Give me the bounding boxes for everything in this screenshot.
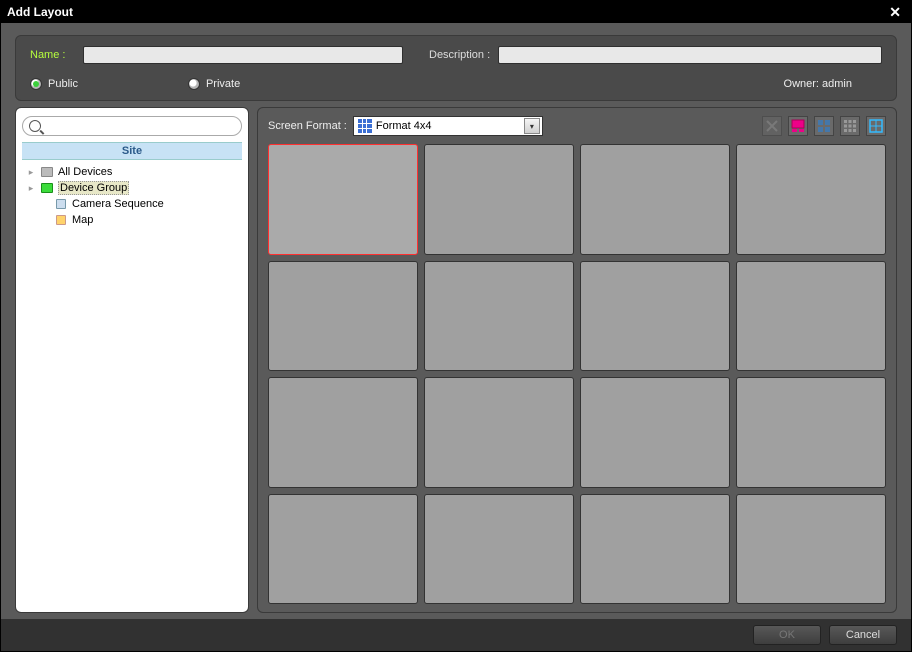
search-wrap [22,116,242,136]
devices-icon [40,165,54,179]
layout-cell[interactable] [736,494,886,605]
search-input[interactable] [45,119,235,133]
layout-cell[interactable] [580,494,730,605]
layout-preset-1-button[interactable] [788,116,808,136]
titlebar: Add Layout ✕ [1,1,911,23]
header-panel: Name : Description : Public Private Owne… [15,35,897,101]
layout-cell[interactable] [736,144,886,255]
layout-cell[interactable] [424,377,574,488]
ok-button[interactable]: OK [753,625,821,645]
screen-format-select[interactable]: Format 4x4 ▾ [353,116,543,136]
sidebar-item-camera-sequence[interactable]: Camera Sequence [24,196,240,212]
map-icon [54,213,68,227]
layout-cell[interactable] [736,377,886,488]
device-group-icon [40,181,54,195]
layout-cell[interactable] [736,261,886,372]
layout-cell[interactable] [424,144,574,255]
layout-preset-3-button[interactable] [840,116,860,136]
layout4-icon [869,119,883,133]
cancel-button-label: Cancel [846,629,880,641]
sidebar-item-label: Camera Sequence [72,198,164,210]
site-sidebar: Site ▸ All Devices ▸ Device Group Camera… [15,107,249,613]
main-toolbar: Screen Format : Format 4x4 ▾ [268,116,886,136]
description-input[interactable] [498,46,882,64]
ok-button-label: OK [779,629,795,641]
public-radio-label: Public [48,78,78,90]
dialog-body: Site ▸ All Devices ▸ Device Group Camera… [1,107,911,619]
sidebar-item-map[interactable]: Map [24,212,240,228]
description-label: Description : [429,49,490,61]
layout-cell[interactable] [268,377,418,488]
public-radio[interactable]: Public [30,78,78,90]
layout-cell[interactable] [580,377,730,488]
layout-cell[interactable] [424,494,574,605]
expand-arrow-icon[interactable]: ▸ [26,167,36,178]
sidebar-item-all-devices[interactable]: ▸ All Devices [24,164,240,180]
add-layout-dialog: Add Layout ✕ Name : Description : Public… [0,0,912,652]
layout1-icon [791,119,805,133]
layout-cell[interactable] [268,261,418,372]
sidebar-item-label: All Devices [58,166,112,178]
sidebar-item-label: Device Group [58,181,129,195]
layout-cell[interactable] [580,144,730,255]
screen-format-value: Format 4x4 [376,120,524,132]
layout-grid [268,144,886,604]
layout-preset-4-button[interactable] [866,116,886,136]
sidebar-item-device-group[interactable]: ▸ Device Group [24,180,240,196]
layout-preset-2-button[interactable] [814,116,834,136]
main-panel: Screen Format : Format 4x4 ▾ [257,107,897,613]
visibility-row: Public Private Owner: admin [30,78,882,90]
grid-icon [358,119,372,133]
camera-sequence-icon [54,197,68,211]
site-header: Site [22,142,242,160]
private-radio-label: Private [206,78,240,90]
delete-button[interactable] [762,116,782,136]
layout-cell[interactable] [580,261,730,372]
cancel-button[interactable]: Cancel [829,625,897,645]
chevron-down-icon: ▾ [524,118,540,134]
owner-label: Owner: admin [784,78,852,90]
private-radio[interactable]: Private [188,78,240,90]
name-input[interactable] [83,46,403,64]
radio-dot-icon [188,78,200,90]
radio-dot-icon [30,78,42,90]
screen-format-label: Screen Format : [268,120,347,132]
footer: OK Cancel [1,619,911,651]
x-icon [765,119,779,133]
sidebar-item-label: Map [72,214,93,226]
name-label: Name : [30,49,75,61]
site-tree: ▸ All Devices ▸ Device Group Camera Sequ… [22,160,242,604]
expand-arrow-icon[interactable]: ▸ [26,183,36,194]
name-desc-row: Name : Description : [30,46,882,64]
layout-cell[interactable] [268,144,418,255]
layout-cell[interactable] [424,261,574,372]
search-icon [29,120,41,132]
layout2-icon [817,119,831,133]
dialog-title: Add Layout [7,5,73,19]
layout3-icon [843,119,857,133]
close-icon[interactable]: ✕ [885,4,905,21]
layout-cell[interactable] [268,494,418,605]
